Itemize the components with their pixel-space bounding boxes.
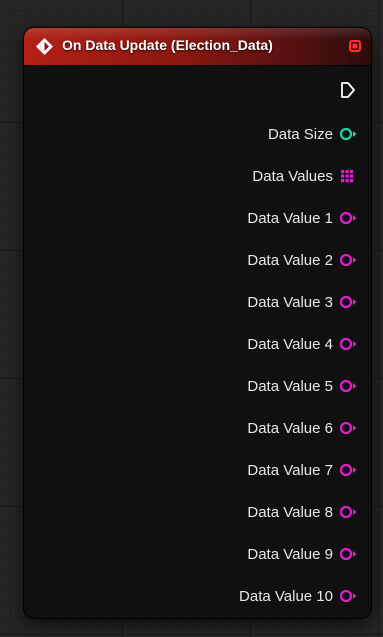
output-pin-row[interactable]: Data Size bbox=[268, 123, 359, 145]
output-pin-row[interactable]: Data Value 10 bbox=[239, 585, 359, 607]
pin-label: Data Value 8 bbox=[247, 503, 333, 521]
circle-pin-icon[interactable] bbox=[339, 463, 359, 477]
pin-label: Data Values bbox=[252, 167, 333, 185]
output-pin-row[interactable]: Data Value 3 bbox=[247, 291, 359, 313]
pin-label: Data Value 6 bbox=[247, 419, 333, 437]
exec-arrow-icon bbox=[341, 82, 355, 98]
pin-label: Data Value 2 bbox=[247, 251, 333, 269]
circle-pin-icon[interactable] bbox=[339, 379, 359, 393]
pin-label: Data Value 4 bbox=[247, 335, 333, 353]
circle-pin-icon[interactable] bbox=[339, 421, 359, 435]
output-pin-row[interactable]: Data Value 9 bbox=[247, 543, 359, 565]
output-pin-row[interactable]: Data Value 4 bbox=[247, 333, 359, 355]
output-pin-row[interactable]: Data Value 7 bbox=[247, 459, 359, 481]
node-header[interactable]: On Data Update (Election_Data) bbox=[24, 28, 371, 66]
output-pin-row[interactable]: Data Values bbox=[252, 165, 359, 187]
pin-label: Data Size bbox=[267, 125, 333, 143]
output-pin-row[interactable]: Data Value 6 bbox=[247, 417, 359, 439]
exec-output-pin[interactable] bbox=[340, 81, 356, 99]
event-node[interactable]: On Data Update (Election_Data) Data Size… bbox=[24, 28, 371, 618]
node-title: On Data Update (Election_Data) bbox=[62, 37, 273, 53]
circle-pin-icon[interactable] bbox=[339, 295, 359, 309]
delegate-square-icon[interactable] bbox=[349, 40, 361, 52]
pin-label: Data Value 7 bbox=[247, 461, 333, 479]
pin-label: Data Value 1 bbox=[247, 209, 333, 227]
pin-label: Data Value 10 bbox=[239, 587, 333, 605]
circle-pin-icon[interactable] bbox=[339, 127, 359, 141]
pin-label: Data Value 9 bbox=[247, 545, 333, 563]
pin-label: Data Value 3 bbox=[247, 293, 333, 311]
output-pin-row[interactable]: Data Value 8 bbox=[247, 501, 359, 523]
output-pin-row[interactable]: Data Value 2 bbox=[247, 249, 359, 271]
pin-label: Data Value 5 bbox=[247, 377, 333, 395]
event-diamond-icon bbox=[35, 37, 54, 56]
circle-pin-icon[interactable] bbox=[339, 589, 359, 603]
circle-pin-icon[interactable] bbox=[339, 211, 359, 225]
output-pin-row[interactable]: Data Value 1 bbox=[247, 207, 359, 229]
grid-array-icon[interactable] bbox=[339, 169, 359, 183]
circle-pin-icon[interactable] bbox=[339, 253, 359, 267]
circle-pin-icon[interactable] bbox=[339, 547, 359, 561]
circle-pin-icon[interactable] bbox=[339, 505, 359, 519]
output-pin-row[interactable]: Data Value 5 bbox=[247, 375, 359, 397]
circle-pin-icon[interactable] bbox=[339, 337, 359, 351]
